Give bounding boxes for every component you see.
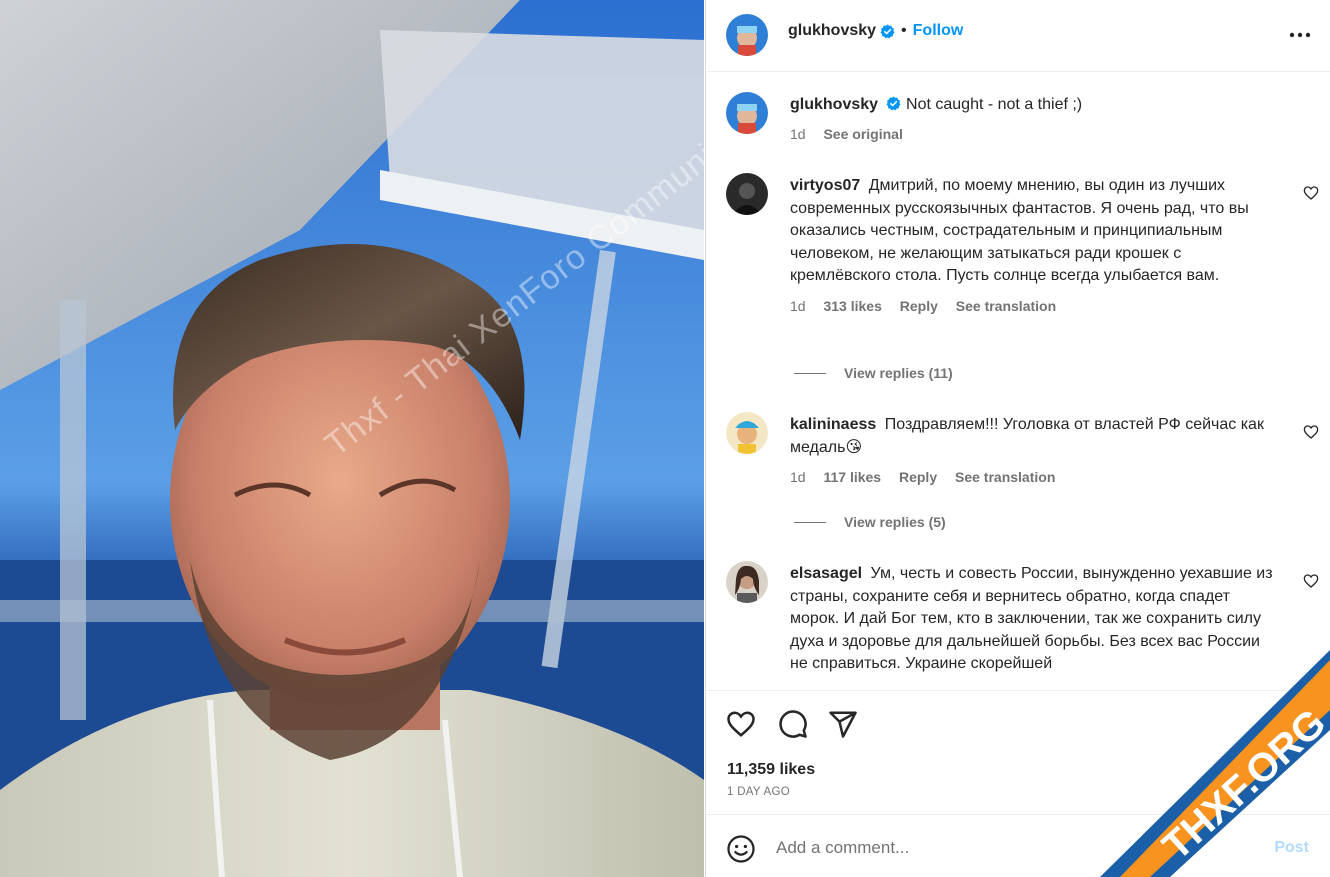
comment-avatar[interactable] bbox=[726, 561, 768, 603]
verified-badge-icon bbox=[886, 96, 901, 111]
comment-time[interactable]: 1d bbox=[790, 298, 806, 314]
post-photo: Thxf - Thai XenForo Community bbox=[0, 0, 704, 877]
photo-illustration bbox=[0, 0, 704, 877]
comment-meta: 1d 117 likes Reply See translation bbox=[790, 466, 1273, 489]
caption-username[interactable]: glukhovsky bbox=[790, 96, 878, 113]
post-time-ago[interactable]: 1 DAY AGO bbox=[727, 786, 790, 798]
header-username[interactable]: glukhovsky bbox=[788, 22, 876, 40]
comment-avatar[interactable] bbox=[726, 173, 768, 215]
post-actions: 11,359 likes 1 DAY AGO bbox=[706, 690, 1330, 814]
caption-avatar[interactable] bbox=[726, 92, 768, 134]
view-replies-button[interactable]: View replies (5) bbox=[794, 514, 946, 530]
comment-username[interactable]: virtyos07 bbox=[790, 177, 860, 194]
share-icon[interactable] bbox=[828, 709, 858, 739]
see-translation-button[interactable]: See translation bbox=[955, 469, 1055, 485]
comment-body: elsasagel Ум, честь и совесть России, вы… bbox=[790, 563, 1273, 676]
caption-text: Not caught - not a thief ;) bbox=[906, 96, 1083, 113]
verified-badge-icon bbox=[880, 23, 895, 38]
caption-meta: 1d See original bbox=[790, 123, 1273, 146]
comment-composer: Post bbox=[706, 814, 1330, 877]
comment-icon[interactable] bbox=[778, 709, 808, 739]
author-avatar[interactable] bbox=[726, 14, 768, 56]
replies-divider bbox=[794, 372, 826, 374]
post-likes[interactable]: 11,359 likes bbox=[727, 761, 815, 779]
comment-like-icon[interactable] bbox=[1303, 573, 1319, 589]
emoji-icon[interactable] bbox=[726, 834, 756, 864]
comment-avatar[interactable] bbox=[726, 412, 768, 454]
post-header: glukhovsky • Follow bbox=[706, 0, 1330, 72]
header-userline: glukhovsky • Follow bbox=[788, 22, 963, 40]
comment-body: virtyos07 Дмитрий, по моему мнению, вы о… bbox=[790, 175, 1273, 317]
heart-icon[interactable] bbox=[726, 709, 756, 739]
caption-time[interactable]: 1d bbox=[790, 126, 806, 142]
comment-body: kalininaess Поздравляем!!! Уголовка от в… bbox=[790, 414, 1273, 489]
comment-time[interactable]: 1d bbox=[790, 469, 806, 485]
view-replies-label: View replies (5) bbox=[844, 514, 946, 530]
replies-divider bbox=[794, 521, 826, 523]
reply-button[interactable]: Reply bbox=[899, 469, 937, 485]
comments-list[interactable]: glukhovsky Not caught - not a thief ;) 1… bbox=[706, 73, 1330, 689]
comment-likes[interactable]: 117 likes bbox=[823, 469, 881, 485]
post-comment-button[interactable]: Post bbox=[1274, 839, 1309, 857]
comment-likes[interactable]: 313 likes bbox=[823, 298, 881, 314]
comment-username[interactable]: kalininaess bbox=[790, 416, 876, 433]
reply-button[interactable]: Reply bbox=[900, 298, 938, 314]
comment-username[interactable]: elsasagel bbox=[790, 565, 862, 582]
follow-button[interactable]: Follow bbox=[913, 22, 964, 40]
more-options-icon[interactable] bbox=[1287, 22, 1313, 48]
comment-like-icon[interactable] bbox=[1303, 424, 1319, 440]
post-panel: glukhovsky • Follow glukhovsky Not caugh… bbox=[705, 0, 1330, 877]
comment-like-icon[interactable] bbox=[1303, 185, 1319, 201]
comment-meta: 1d 313 likes Reply See translation bbox=[790, 295, 1273, 318]
comment-text: Ум, честь и совесть России, вынужденно у… bbox=[790, 565, 1273, 672]
view-replies-label: View replies (11) bbox=[844, 365, 953, 381]
see-original-button[interactable]: See original bbox=[823, 126, 902, 142]
header-separator: • bbox=[901, 22, 907, 39]
see-translation-button[interactable]: See translation bbox=[956, 298, 1056, 314]
view-replies-button[interactable]: View replies (11) bbox=[794, 365, 953, 381]
comment-input[interactable] bbox=[776, 833, 1216, 863]
caption-body: glukhovsky Not caught - not a thief ;) 1… bbox=[790, 94, 1273, 145]
